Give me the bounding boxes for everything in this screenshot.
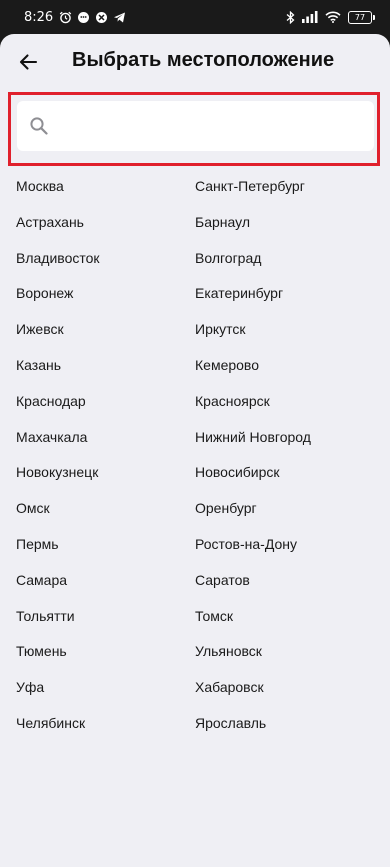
city-item[interactable]: Волгоград (195, 240, 374, 276)
city-item[interactable]: Ижевск (16, 311, 195, 347)
city-item[interactable]: Кемерово (195, 347, 374, 383)
city-item[interactable]: Красноярск (195, 383, 374, 419)
alarm-icon (59, 11, 72, 24)
header: Выбрать местоположение (0, 34, 390, 88)
city-item[interactable]: Уфа (16, 669, 195, 705)
wifi-icon (325, 11, 341, 23)
location-picker-sheet: Выбрать местоположение Москва Санкт-Петер… (0, 34, 390, 867)
city-item[interactable]: Казань (16, 347, 195, 383)
battery-icon: 77 (348, 10, 375, 24)
city-item[interactable]: Новосибирск (195, 454, 374, 490)
city-item[interactable]: Барнаул (195, 204, 374, 240)
status-time: 8:26 (24, 9, 54, 25)
page-title: Выбрать местоположение (72, 49, 335, 71)
city-item[interactable]: Махачкала (16, 419, 195, 455)
status-bar: 8:26 77 (0, 0, 390, 34)
telegram-icon (113, 11, 126, 24)
city-item[interactable]: Хабаровск (195, 669, 374, 705)
city-list: Москва Санкт-Петербург Астрахань Барнаул Вла… (16, 168, 376, 741)
city-item[interactable]: Самара (16, 562, 195, 598)
city-item[interactable]: Астрахань (16, 204, 195, 240)
city-item[interactable]: Новокузнецк (16, 454, 195, 490)
back-button[interactable] (14, 48, 42, 76)
signal-icon (302, 11, 318, 23)
chat-icon (77, 11, 90, 24)
search-icon (29, 116, 49, 136)
search-box[interactable] (17, 100, 374, 152)
city-item[interactable]: Оренбург (195, 490, 374, 526)
city-item[interactable]: Воронеж (16, 275, 195, 311)
status-left-icons (59, 11, 126, 24)
city-item[interactable]: Омск (16, 490, 195, 526)
search-input[interactable] (57, 100, 374, 152)
city-item[interactable]: Нижний Новгород (195, 419, 374, 455)
city-item[interactable]: Москва (16, 168, 195, 204)
city-item[interactable]: Краснодар (16, 383, 195, 419)
city-item[interactable]: Пермь (16, 526, 195, 562)
app-icon (95, 11, 108, 24)
status-right-icons: 77 (286, 10, 375, 24)
city-item[interactable]: Ярославль (195, 705, 374, 741)
city-item[interactable]: Томск (195, 598, 374, 634)
city-item[interactable]: Ростов-на-Дону (195, 526, 374, 562)
city-item[interactable]: Владивосток (16, 240, 195, 276)
city-item[interactable]: Саратов (195, 562, 374, 598)
city-item[interactable]: Ульяновск (195, 633, 374, 669)
city-item[interactable]: Екатеринбург (195, 275, 374, 311)
city-item[interactable]: Иркутск (195, 311, 374, 347)
arrow-left-icon (18, 52, 38, 72)
city-item[interactable]: Челябинск (16, 705, 195, 741)
city-item[interactable]: Тольятти (16, 598, 195, 634)
city-item[interactable]: Тюмень (16, 633, 195, 669)
city-item[interactable]: Санкт-Петербург (195, 168, 374, 204)
bluetooth-icon (286, 10, 295, 24)
